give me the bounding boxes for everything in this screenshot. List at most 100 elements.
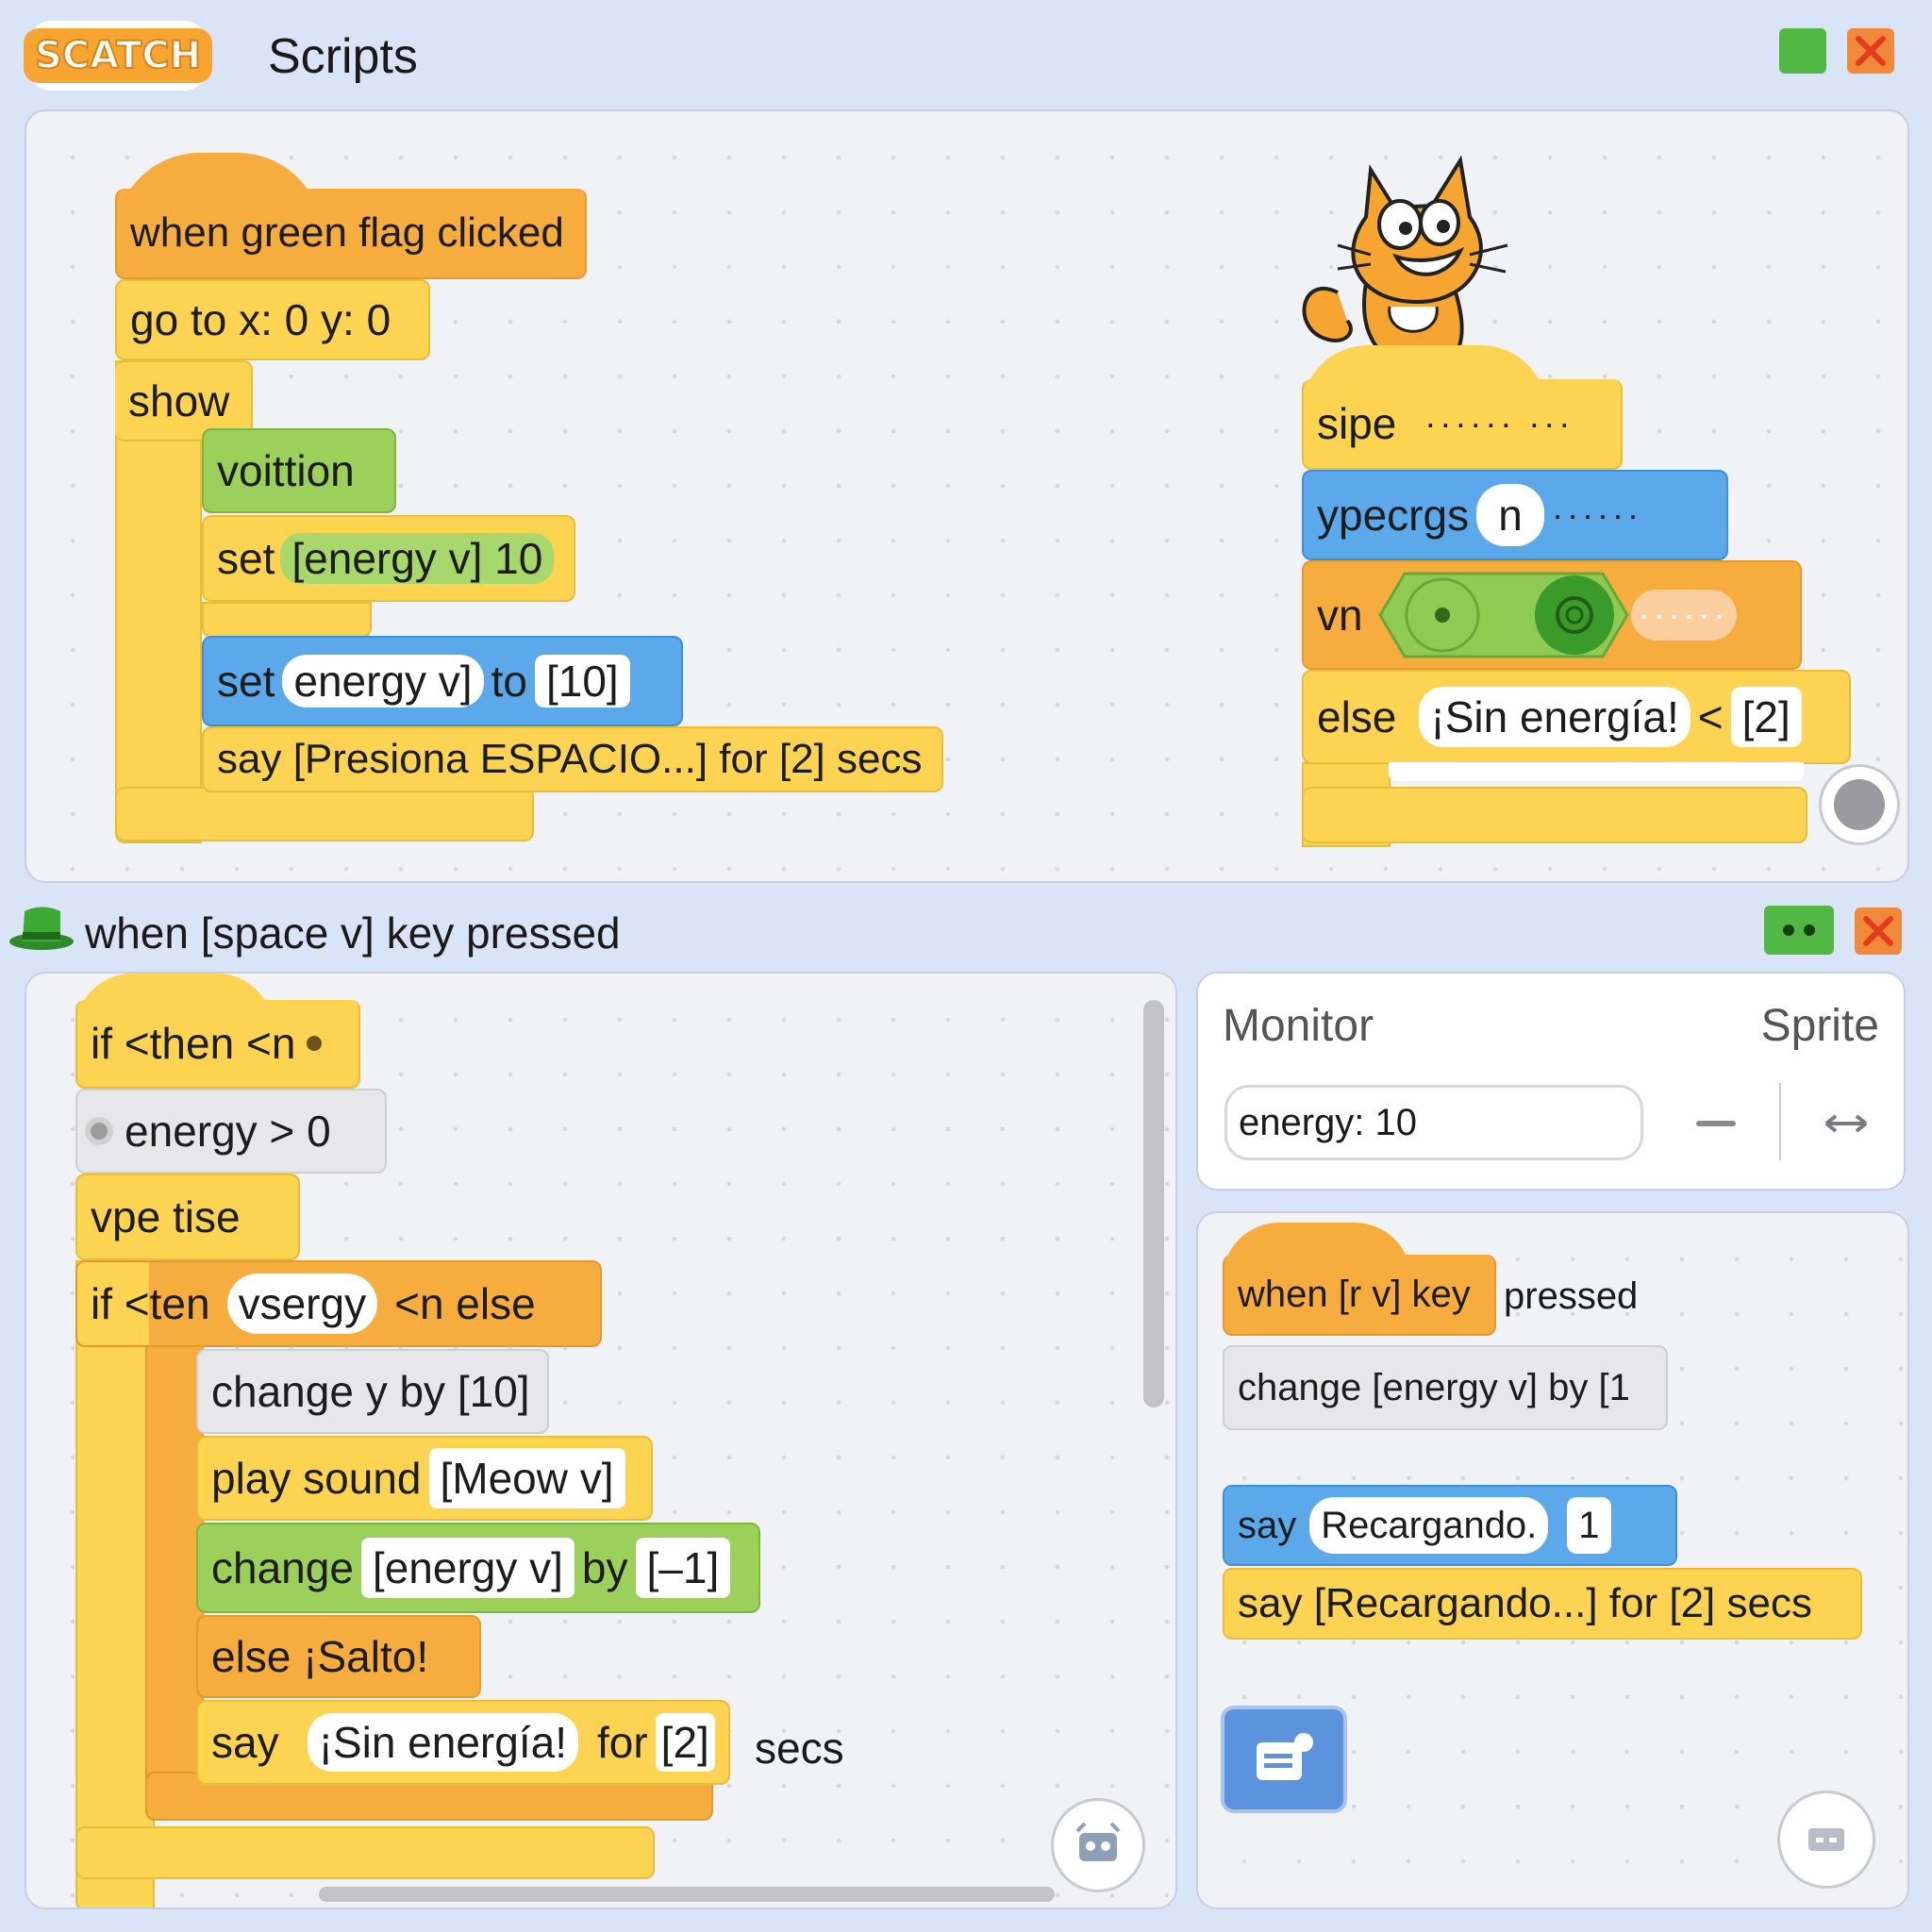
divider: [1779, 1083, 1781, 1160]
outer-c-arm: [75, 1260, 155, 1907]
toggle-icon[interactable]: [1376, 570, 1631, 660]
ypecrgs-label: ypecrgs: [1317, 491, 1470, 540]
if-else-block[interactable]: if <ten vsergy <n else: [75, 1260, 602, 1347]
energy-var-pill[interactable]: [energy v] 10: [280, 533, 555, 584]
say-block[interactable]: say [Presiona ESPACIO...] for [2] secs: [202, 726, 943, 792]
close-x-icon-2[interactable]: [1855, 908, 1902, 955]
else-salto-block[interactable]: else ¡Salto!: [196, 1615, 481, 1698]
else-label: else: [1317, 692, 1397, 741]
say-recargando-block[interactable]: say Recargando. 1: [1223, 1485, 1677, 1566]
extension-icon-2[interactable]: [1777, 1790, 1875, 1889]
say-label: say [Presiona ESPACIO...] for [2] secs: [217, 736, 923, 782]
tab-monitor[interactable]: Monitor: [1223, 1000, 1374, 1052]
green-square-icon[interactable]: [1779, 28, 1826, 74]
ypecrgs-input[interactable]: n: [1476, 484, 1545, 546]
spacer-block: [202, 602, 372, 638]
logo-text: SCATCH: [23, 28, 213, 83]
else-salto-label: else ¡Salto!: [211, 1632, 429, 1681]
change-energy-right-block[interactable]: change [energy v] by [1: [1223, 1345, 1668, 1430]
change-y-block[interactable]: change y by [10]: [196, 1349, 549, 1434]
vn-dots: ······: [1630, 590, 1737, 641]
else-c-slot: [1389, 762, 1804, 781]
play-sound-label: play sound: [211, 1454, 422, 1503]
sound-dropdown[interactable]: [Meow v]: [428, 1448, 625, 1508]
condition-dot-icon: [91, 1123, 108, 1140]
change-label: change: [211, 1543, 354, 1592]
say-secs-label: secs: [755, 1724, 844, 1773]
recargando-value-input[interactable]: 1: [1567, 1497, 1611, 1554]
else-message-input[interactable]: ¡Sin energía!: [1419, 687, 1690, 747]
if-then-label: if <then <n: [91, 1019, 296, 1068]
else-value-input[interactable]: [2]: [1730, 687, 1802, 747]
change-value-input[interactable]: [–1]: [635, 1538, 731, 1598]
eyes-icon[interactable]: [1764, 906, 1834, 955]
add-comment-icon[interactable]: [1221, 1706, 1347, 1813]
say-right-label: say: [1238, 1504, 1297, 1546]
energy-dropdown[interactable]: energy v]: [282, 655, 484, 708]
play-sound-block[interactable]: play sound [Meow v]: [196, 1436, 653, 1521]
if-then-block[interactable]: if <then <n: [75, 1000, 360, 1089]
sipe-label: sipe: [1317, 399, 1397, 448]
record-button-icon[interactable]: [1819, 764, 1900, 845]
when-r-key-label: when [r v] key: [1238, 1273, 1471, 1315]
goto-block[interactable]: go to x: 0 y: 0: [115, 279, 430, 360]
resize-arrows-icon[interactable]: [1823, 1109, 1870, 1138]
energy-var-dropdown[interactable]: [energy v]: [360, 1538, 575, 1598]
small-dot-icon: [307, 1036, 323, 1051]
script-area-right[interactable]: when [r v] key pressed change [energy v]…: [1196, 1211, 1909, 1909]
cat-sprite-icon[interactable]: [1281, 151, 1526, 377]
when-flag-label: when green flag clicked: [130, 209, 564, 256]
say-secs-input[interactable]: [2]: [655, 1713, 715, 1772]
show-label: show: [128, 376, 230, 425]
vpe-label: vpe tise: [91, 1192, 241, 1241]
say-message-input[interactable]: ¡Sin energía!: [307, 1713, 578, 1772]
say-label-2: say: [211, 1718, 279, 1767]
if-else-suffix: <n else: [394, 1279, 536, 1328]
script-area-top[interactable]: when green flag clicked go to x: 0 y: 0 …: [25, 109, 1909, 883]
ypecrgs-block[interactable]: ypecrgs n ······: [1302, 470, 1728, 560]
if-else-label: if <ten: [91, 1279, 210, 1328]
change-energy-right-label: change [energy v] by [1: [1238, 1366, 1630, 1408]
goto-label: go to x: 0 y: 0: [130, 295, 391, 344]
minus-icon[interactable]: [1696, 1121, 1736, 1126]
sipe-block[interactable]: sipe ······ ···: [1302, 379, 1623, 470]
set-to-label: set: [217, 657, 275, 706]
extension-icon[interactable]: [1051, 1798, 1145, 1892]
vpe-tise-block[interactable]: vpe tise: [75, 1174, 300, 1260]
vn-block[interactable]: vn ······: [1302, 560, 1802, 670]
set-to-block[interactable]: set energy v] to [10]: [202, 636, 683, 726]
green-hat-icon: [9, 907, 74, 950]
outer-c-foot: [75, 1826, 655, 1879]
voittion-label: voittion: [217, 446, 355, 495]
say-sin-energia-block[interactable]: say ¡Sin energía! for [2]: [196, 1700, 730, 1785]
to-label: to: [491, 657, 527, 706]
horizontal-scrollbar[interactable]: [319, 1887, 1055, 1902]
vsergy-input[interactable]: vsergy: [226, 1274, 378, 1334]
set-energy-block[interactable]: set [energy v] 10: [202, 515, 575, 602]
else-block[interactable]: else ¡Sin energía! < [2]: [1302, 670, 1851, 764]
monitor-panel: Monitor Sprite energy: 10: [1196, 972, 1906, 1191]
change-y-label: change y by [10]: [211, 1367, 530, 1416]
condition-label: energy > 0: [125, 1107, 331, 1156]
energy-condition-block[interactable]: energy > 0: [75, 1089, 387, 1174]
pressed-label: pressed: [1504, 1275, 1639, 1317]
vertical-scrollbar[interactable]: [1143, 1000, 1164, 1407]
vn-label: vn: [1317, 591, 1363, 640]
when-r-key-block[interactable]: when [r v] key: [1223, 1255, 1496, 1336]
window-title: Scripts: [268, 29, 418, 84]
energy-monitor-field: energy: 10: [1224, 1085, 1643, 1160]
else-c-foot: [1302, 787, 1807, 843]
value-input[interactable]: [10]: [534, 655, 630, 708]
recargando-input[interactable]: Recargando.: [1309, 1497, 1549, 1554]
by-label: by: [581, 1543, 628, 1592]
voittion-block[interactable]: voittion: [202, 428, 396, 513]
show-c-foot: [115, 787, 534, 841]
change-energy-block[interactable]: change [energy v] by [–1]: [196, 1523, 760, 1613]
say-recargando-secs-block[interactable]: say [Recargando...] for [2] secs: [1223, 1568, 1862, 1640]
say-recargando-secs-label: say [Recargando...] for [2] secs: [1238, 1580, 1812, 1626]
when-flag-block[interactable]: when green flag clicked: [115, 189, 587, 279]
close-x-icon[interactable]: [1847, 28, 1894, 74]
ypecrgs-dots: ······: [1552, 495, 1643, 534]
tab-sprite[interactable]: Sprite: [1761, 1000, 1879, 1052]
script-area-left[interactable]: if <then <n energy > 0 vpe tise if <ten …: [25, 972, 1177, 1909]
